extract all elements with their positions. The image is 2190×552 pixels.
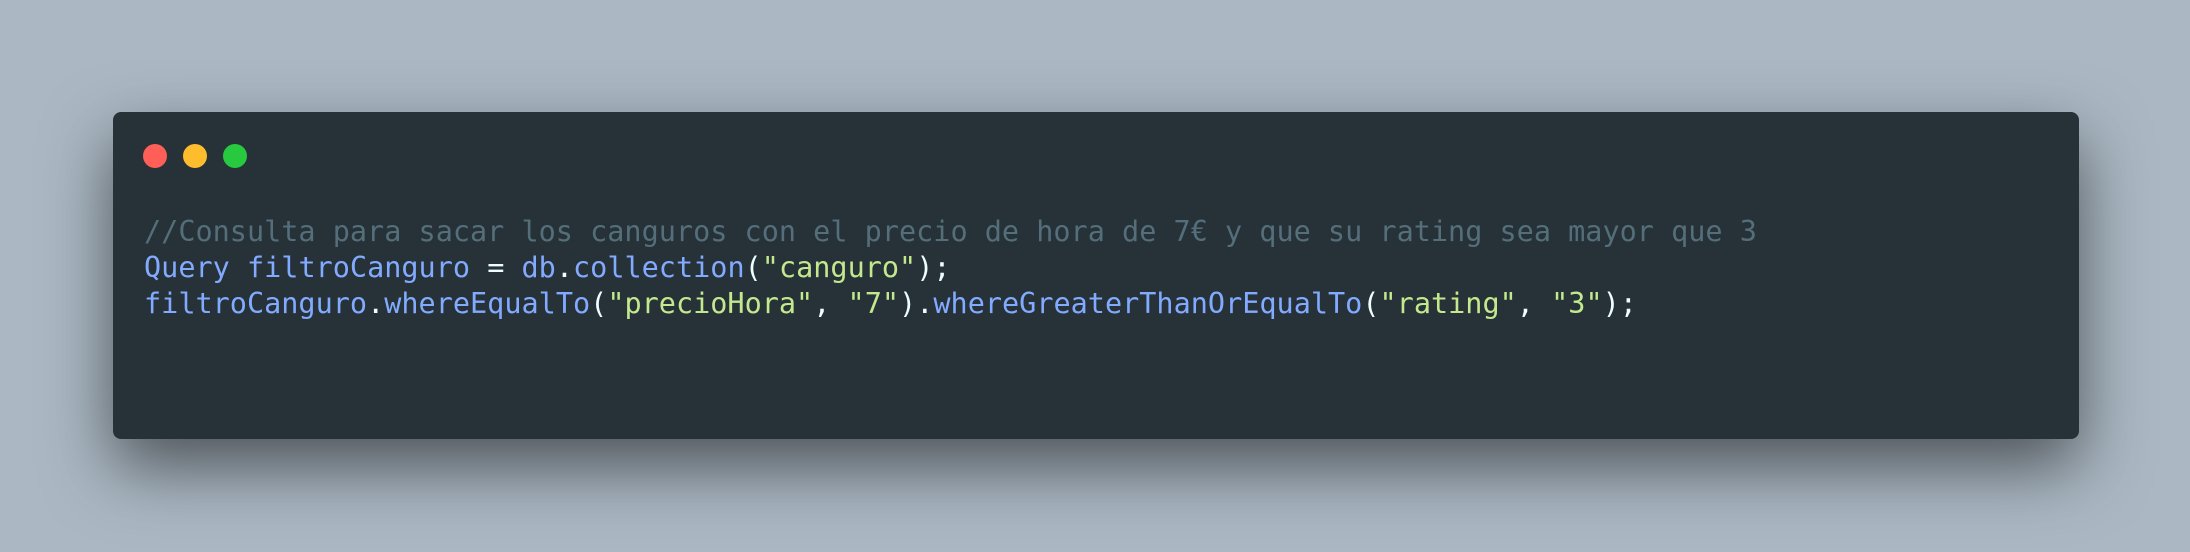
comma-token: ,	[1516, 287, 1552, 320]
code-comment: //Consulta para sacar los canguros con e…	[144, 215, 1757, 248]
maximize-icon[interactable]	[223, 144, 247, 168]
string-token: "rating"	[1379, 287, 1517, 320]
dot-token: .	[916, 287, 934, 320]
string-token: "precioHora"	[607, 287, 814, 320]
minimize-icon[interactable]	[183, 144, 207, 168]
close-paren-token: );	[916, 251, 951, 284]
code-window: //Consulta para sacar los canguros con e…	[113, 112, 2079, 439]
dot-token: .	[367, 287, 385, 320]
object-token: db	[521, 251, 556, 284]
code-line-3: filtroCanguro.whereEqualTo("precioHora",…	[144, 286, 1757, 322]
open-paren-token: (	[744, 251, 762, 284]
code-block: //Consulta para sacar los canguros con e…	[144, 214, 1757, 322]
code-line-1: //Consulta para sacar los canguros con e…	[144, 214, 1757, 250]
comma-token: ,	[813, 287, 848, 320]
open-paren-token: (	[590, 287, 608, 320]
method-token: collection	[573, 251, 745, 284]
method-token: whereGreaterThanOrEqualTo	[933, 287, 1363, 320]
string-token: "7"	[847, 287, 900, 320]
close-paren-token: );	[1602, 287, 1637, 320]
open-paren-token: (	[1362, 287, 1380, 320]
variable-token: filtroCanguro	[246, 251, 471, 284]
variable-token: filtroCanguro	[144, 287, 368, 320]
assign-token: =	[470, 251, 522, 284]
string-token: "canguro"	[761, 251, 917, 284]
method-token: whereEqualTo	[384, 287, 591, 320]
string-token: "3"	[1551, 287, 1603, 320]
close-paren-token: )	[899, 287, 917, 320]
close-icon[interactable]	[143, 144, 167, 168]
code-line-2: Query filtroCanguro = db.collection("can…	[144, 250, 1757, 286]
type-token: Query	[144, 251, 230, 284]
dot-token: .	[555, 251, 574, 284]
